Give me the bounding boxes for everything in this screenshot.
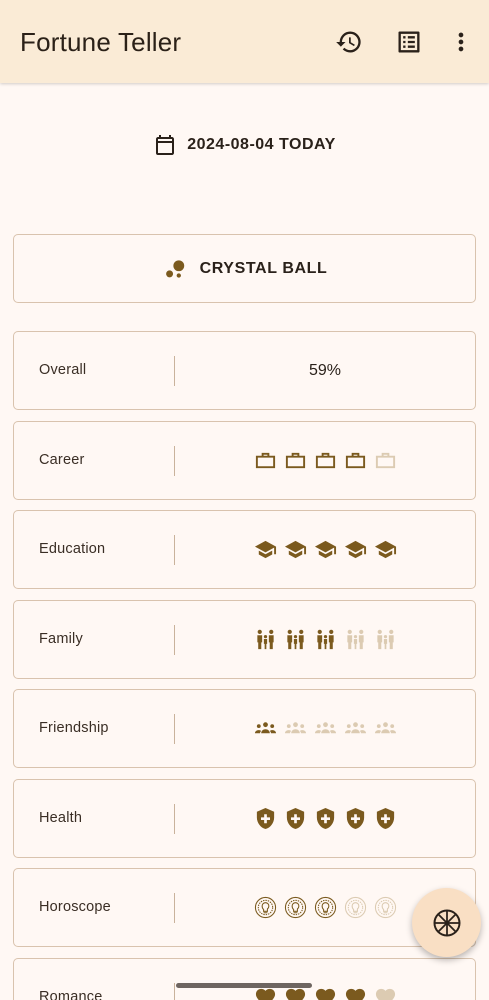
- briefcase-icon: [345, 452, 365, 469]
- zodiac-icon: [284, 896, 306, 919]
- fortune-row-overall: Overall 59%: [13, 331, 476, 410]
- app-title: Fortune Teller: [20, 27, 182, 57]
- briefcase-icon: [315, 452, 335, 469]
- fortune-label: Horoscope: [39, 899, 111, 915]
- history-icon: [336, 31, 361, 53]
- rating-health: [175, 780, 475, 857]
- health-shield-icon: [376, 807, 394, 830]
- fortune-label: Career: [39, 452, 85, 468]
- health-shield-icon: [286, 807, 304, 830]
- rating-family: [175, 601, 475, 678]
- health-shield-icon: [256, 807, 274, 830]
- zodiac-icon: [254, 896, 276, 919]
- bubbles-icon: [165, 259, 184, 278]
- fortune-row-family: Family: [13, 600, 476, 679]
- family-icon: [256, 629, 274, 650]
- fortune-label: Family: [39, 631, 83, 647]
- briefcase-icon: [255, 452, 275, 469]
- gesture-bar[interactable]: [176, 983, 312, 988]
- calendar-icon: [156, 135, 175, 155]
- fortune-label: Friendship: [39, 720, 109, 736]
- fortune-label: Romance: [39, 989, 103, 1000]
- fortune-row-education: Education: [13, 510, 476, 589]
- wheel-icon: [433, 909, 460, 936]
- briefcase-icon: [375, 452, 395, 469]
- fortune-row-romance: Romance: [13, 958, 476, 1000]
- fortune-row-horoscope: Horoscope: [13, 868, 476, 947]
- date-label: 2024-08-04 TODAY: [187, 136, 336, 153]
- rating-romance: [175, 959, 475, 1000]
- graduation-cap-icon: [374, 540, 396, 559]
- health-shield-icon: [316, 807, 334, 830]
- zodiac-icon: [344, 896, 366, 919]
- group-icon: [284, 722, 306, 734]
- date-selector[interactable]: 2024-08-04 TODAY: [0, 124, 489, 166]
- graduation-cap-icon: [284, 540, 306, 559]
- group-icon: [314, 722, 336, 734]
- group-icon: [344, 722, 366, 734]
- graduation-cap-icon: [344, 540, 366, 559]
- graduation-cap-icon: [314, 540, 336, 559]
- rating-education: [175, 511, 475, 588]
- app-bar: Fortune Teller: [0, 0, 489, 83]
- family-icon: [346, 629, 364, 650]
- zodiac-icon: [314, 896, 336, 919]
- list-icon: [398, 31, 420, 53]
- graduation-cap-icon: [254, 540, 276, 559]
- more-options-button[interactable]: [444, 25, 478, 59]
- heart-icon: [345, 988, 365, 1000]
- heart-icon: [315, 988, 335, 1000]
- briefcase-icon: [285, 452, 305, 469]
- more-vert-icon: [458, 32, 464, 52]
- crystal-ball-button[interactable]: CRYSTAL BALL: [13, 234, 476, 303]
- heart-icon: [375, 988, 395, 1000]
- family-icon: [376, 629, 394, 650]
- health-shield-icon: [346, 807, 364, 830]
- group-icon: [374, 722, 396, 734]
- fortune-label: Education: [39, 541, 106, 557]
- fortune-row-health: Health: [13, 779, 476, 858]
- rating-friendship: [175, 690, 475, 767]
- wheel-fab-button[interactable]: [412, 888, 481, 957]
- history-button[interactable]: [332, 25, 366, 59]
- family-icon: [316, 629, 334, 650]
- fortune-label: Overall: [39, 362, 87, 378]
- fortune-label: Health: [39, 810, 83, 826]
- crystal-ball-label: CRYSTAL BALL: [199, 259, 328, 277]
- list-button[interactable]: [392, 25, 426, 59]
- heart-icon: [255, 988, 275, 1000]
- family-icon: [286, 629, 304, 650]
- fortune-row-friendship: Friendship: [13, 689, 476, 768]
- fortune-row-career: Career: [13, 421, 476, 500]
- rating-career: [175, 422, 475, 499]
- zodiac-icon: [374, 896, 396, 919]
- heart-icon: [285, 988, 305, 1000]
- overall-percentage: 59%: [308, 361, 342, 379]
- group-icon: [254, 722, 276, 734]
